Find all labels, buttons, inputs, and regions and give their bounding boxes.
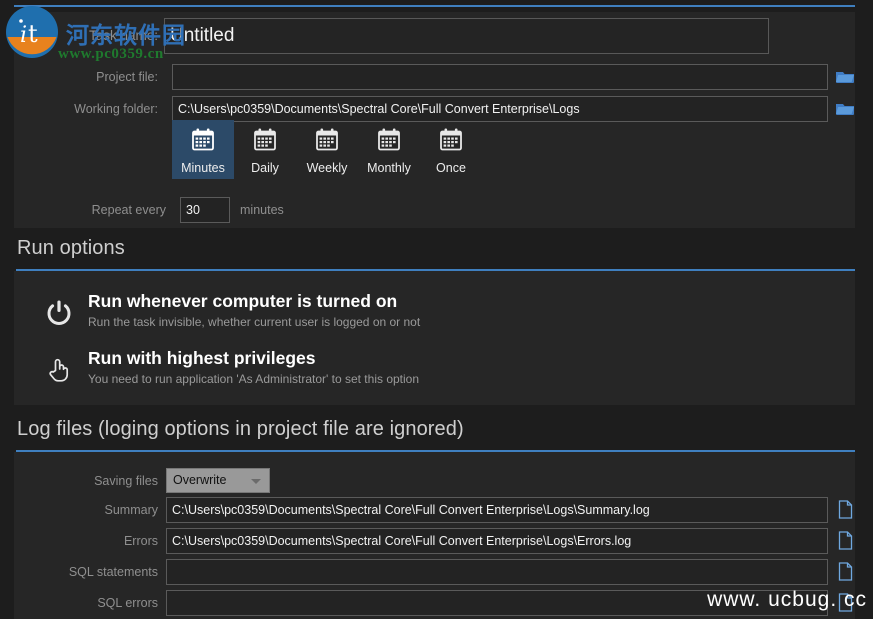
working-folder-label: Working folder: xyxy=(14,96,158,122)
document-icon xyxy=(838,593,853,612)
task-name-row: Task name: Untitled xyxy=(14,18,855,54)
log-sql-statements-browse-button[interactable] xyxy=(838,562,853,581)
project-file-label: Project file: xyxy=(14,64,158,90)
run-option-subtitle: Run the task invisible, whether current … xyxy=(88,315,420,329)
log-errors-input[interactable]: C:\Users\pc0359\Documents\Spectral Core\… xyxy=(166,528,828,554)
schedule-mode-monthly[interactable]: Monthly xyxy=(358,120,420,179)
log-sql-errors-row: SQL errors xyxy=(14,590,855,616)
document-icon xyxy=(838,500,853,519)
project-file-browse-button[interactable] xyxy=(834,67,856,87)
schedule-mode-minutes[interactable]: Minutes xyxy=(172,120,234,179)
schedule-mode-daily[interactable]: Daily xyxy=(234,120,296,179)
log-errors-row: Errors C:\Users\pc0359\Documents\Spectra… xyxy=(14,528,855,554)
schedule-mode-label: Weekly xyxy=(307,161,348,175)
schedule-mode-weekly[interactable]: Weekly xyxy=(296,120,358,179)
run-option-run-whenever-computer-on[interactable]: Run whenever computer is turned on Run t… xyxy=(14,292,855,338)
saving-files-select[interactable]: Overwrite xyxy=(166,468,270,493)
task-name-label: Task name: xyxy=(14,18,158,54)
run-option-title: Run whenever computer is turned on xyxy=(88,291,397,312)
log-sql-statements-label: SQL statements xyxy=(14,559,158,585)
log-sql-statements-row: SQL statements xyxy=(14,559,855,585)
log-sql-errors-input[interactable] xyxy=(166,590,828,616)
project-file-row: Project file: xyxy=(14,64,855,90)
project-file-input[interactable] xyxy=(172,64,828,90)
schedule-mode-label: Monthly xyxy=(367,161,411,175)
folder-icon xyxy=(834,67,856,87)
calendar-icon xyxy=(314,127,340,158)
run-option-run-highest-privileges[interactable]: Run with highest privileges You need to … xyxy=(14,349,855,395)
working-folder-browse-button[interactable] xyxy=(834,99,856,119)
schedule-mode-label: Daily xyxy=(251,161,279,175)
calendar-icon xyxy=(252,127,278,158)
power-icon xyxy=(44,298,74,328)
document-icon xyxy=(838,531,853,550)
schedule-mode-label: Minutes xyxy=(181,161,225,175)
run-options-panel: Run whenever computer is turned on Run t… xyxy=(14,271,855,405)
schedule-mode-label: Once xyxy=(436,161,466,175)
repeat-every-label: Repeat every xyxy=(14,197,166,223)
log-sql-errors-label: SQL errors xyxy=(14,590,158,616)
saving-files-row: Saving files Overwrite xyxy=(14,468,855,494)
saving-files-label: Saving files xyxy=(14,468,158,494)
log-errors-browse-button[interactable] xyxy=(838,531,853,550)
log-files-title: Log files (loging options in project fil… xyxy=(17,418,464,441)
calendar-icon xyxy=(190,127,216,158)
calendar-icon xyxy=(438,127,464,158)
run-options-title: Run options xyxy=(17,237,125,260)
hand-pointer-icon xyxy=(44,355,74,385)
saving-files-value: Overwrite xyxy=(173,473,226,487)
calendar-icon xyxy=(376,127,402,158)
top-accent-rule xyxy=(14,5,855,7)
schedule-mode-once[interactable]: Once xyxy=(420,120,482,179)
repeat-every-input[interactable]: 30 xyxy=(180,197,230,223)
working-folder-row: Working folder: C:\Users\pc0359\Document… xyxy=(14,96,855,122)
log-summary-input[interactable]: C:\Users\pc0359\Documents\Spectral Core\… xyxy=(166,497,828,523)
run-option-title: Run with highest privileges xyxy=(88,348,316,369)
task-name-input[interactable]: Untitled xyxy=(164,18,769,54)
log-sql-statements-input[interactable] xyxy=(166,559,828,585)
repeat-unit-label: minutes xyxy=(240,197,284,223)
run-option-subtitle: You need to run application 'As Administ… xyxy=(88,372,419,386)
log-sql-errors-browse-button[interactable] xyxy=(838,593,853,612)
log-summary-browse-button[interactable] xyxy=(838,500,853,519)
log-files-panel: Saving files Overwrite Summary C:\Users\… xyxy=(14,452,855,619)
repeat-every-row: Repeat every 30 minutes xyxy=(14,197,855,223)
schedule-mode-buttons: Minutes xyxy=(172,120,482,179)
chevron-down-icon xyxy=(251,479,261,484)
document-icon xyxy=(838,562,853,581)
schedule-panel: Task name: Untitled Project file: Workin… xyxy=(14,12,855,228)
log-summary-row: Summary C:\Users\pc0359\Documents\Spectr… xyxy=(14,497,855,523)
log-summary-label: Summary xyxy=(14,497,158,523)
working-folder-input[interactable]: C:\Users\pc0359\Documents\Spectral Core\… xyxy=(172,96,828,122)
folder-icon xyxy=(834,99,856,119)
log-errors-label: Errors xyxy=(14,528,158,554)
scheduler-settings-window: Task name: Untitled Project file: Workin… xyxy=(0,0,873,619)
